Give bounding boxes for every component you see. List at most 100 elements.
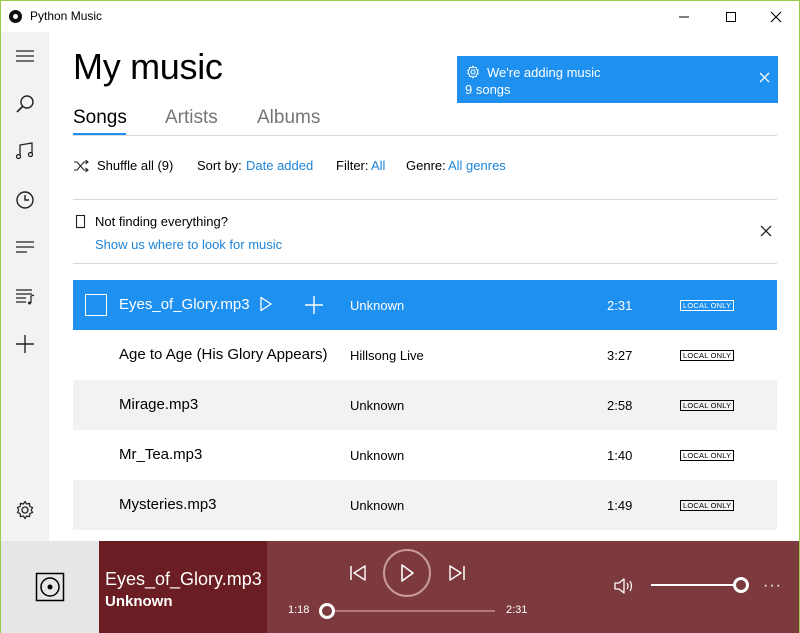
adding-music-toast[interactable]: We're adding music 9 songs <box>457 56 778 103</box>
song-duration: 2:58 <box>607 398 633 413</box>
filter-dropdown[interactable]: All <box>371 158 385 173</box>
now-playing-artist: Unknown <box>105 593 173 610</box>
song-artist: Unknown <box>350 398 405 413</box>
seek-thumb[interactable] <box>319 603 335 619</box>
song-duration: 1:49 <box>607 498 633 513</box>
music-collection-button[interactable] <box>1 128 49 174</box>
tab-artists[interactable]: Artists <box>165 107 218 129</box>
next-icon[interactable] <box>448 564 466 582</box>
song-artist: Unknown <box>350 448 405 463</box>
song-row[interactable]: Mirage.mp3 Unknown 2:58 LOCAL ONLY <box>73 380 777 430</box>
close-icon <box>770 11 782 22</box>
song-duration: 3:27 <box>607 348 633 363</box>
minimize-button[interactable] <box>661 1 707 32</box>
previous-icon[interactable] <box>349 564 367 582</box>
disc-icon <box>35 572 65 602</box>
total-time: 2:31 <box>506 604 528 616</box>
local-only-badge: LOCAL ONLY <box>680 500 735 511</box>
title-bar: Python Music <box>1 1 799 32</box>
volume-slider[interactable] <box>651 584 735 586</box>
elapsed-time: 1:18 <box>288 604 310 616</box>
hamburger-menu-button[interactable] <box>1 33 49 79</box>
seek-bar[interactable] <box>327 610 495 612</box>
song-duration: 2:31 <box>607 298 633 313</box>
volume-thumb[interactable] <box>733 577 749 593</box>
song-duration: 1:40 <box>607 448 633 463</box>
song-title: Mysteries.mp3 <box>119 496 217 513</box>
now-playing-button[interactable] <box>1 224 49 270</box>
divider <box>73 199 777 200</box>
local-only-badge: LOCAL ONLY <box>680 450 735 461</box>
new-playlist-button[interactable] <box>1 321 49 367</box>
close-icon[interactable] <box>759 72 770 83</box>
song-row[interactable]: Eyes_of_Glory.mp3 Unknown 2:31 LOCAL ONL… <box>73 280 777 330</box>
maximize-icon <box>726 11 736 22</box>
tab-bar: Songs Artists Albums <box>73 106 777 136</box>
now-playing-info[interactable]: Eyes_of_Glory.mp3 Unknown <box>99 541 267 633</box>
active-tab-underline <box>73 133 126 135</box>
toast-subtitle: 9 songs <box>465 82 511 97</box>
song-artist: Unknown <box>350 298 405 313</box>
recent-button[interactable] <box>1 177 49 223</box>
clock-icon <box>16 191 34 209</box>
more-options-button[interactable]: ··· <box>763 577 782 595</box>
toast-title: We're adding music <box>487 65 601 80</box>
select-checkbox[interactable] <box>85 294 107 316</box>
divider <box>73 263 777 264</box>
song-title: Eyes_of_Glory.mp3 <box>119 296 250 313</box>
app-window: Python Music My music We're adding music… <box>0 0 800 633</box>
device-icon <box>75 214 86 229</box>
gear-icon <box>16 500 34 520</box>
window-title: Python Music <box>30 9 103 23</box>
filter-label: Filter: <box>336 158 369 173</box>
song-row[interactable]: Mr_Tea.mp3 Unknown 1:40 LOCAL ONLY <box>73 430 777 480</box>
album-art[interactable] <box>1 541 99 633</box>
tab-songs[interactable]: Songs <box>73 107 127 129</box>
show-music-location-link[interactable]: Show us where to look for music <box>95 237 282 252</box>
close-button[interactable] <box>753 1 799 32</box>
now-playing-list-icon <box>16 241 34 253</box>
shuffle-all-button[interactable]: Shuffle all (9) <box>97 158 173 173</box>
sort-by-dropdown[interactable]: Date added <box>246 158 313 173</box>
play-icon[interactable] <box>259 296 273 312</box>
song-row[interactable]: Mysteries.mp3 Unknown 1:49 LOCAL ONLY <box>73 480 777 530</box>
song-artist: Hillsong Live <box>350 348 424 363</box>
song-title: Mirage.mp3 <box>119 396 199 413</box>
settings-button[interactable] <box>1 487 49 533</box>
disc-icon <box>9 10 22 23</box>
local-only-badge: LOCAL ONLY <box>680 350 735 361</box>
shuffle-icon <box>73 159 89 176</box>
song-title: Age to Age (His Glory Appears) <box>119 346 328 363</box>
song-row[interactable]: Age to Age (His Glory Appears) Hillsong … <box>73 330 777 380</box>
volume-icon[interactable] <box>613 577 637 595</box>
close-icon[interactable] <box>760 225 772 237</box>
genre-label: Genre: <box>406 158 446 173</box>
main-content: My music We're adding music 9 songs Song… <box>49 32 799 541</box>
maximize-button[interactable] <box>708 1 754 32</box>
genre-dropdown[interactable]: All genres <box>448 158 506 173</box>
tab-albums[interactable]: Albums <box>257 107 320 129</box>
song-list: Eyes_of_Glory.mp3 Unknown 2:31 LOCAL ONL… <box>73 280 777 530</box>
sort-by-label: Sort by: <box>197 158 242 173</box>
local-only-badge: LOCAL ONLY <box>680 300 735 311</box>
notice-text: Not finding everything? <box>95 214 228 229</box>
search-icon <box>16 95 34 113</box>
local-only-badge: LOCAL ONLY <box>680 400 735 411</box>
play-button[interactable] <box>383 549 431 597</box>
playlist-icon <box>16 289 35 305</box>
plus-icon[interactable] <box>304 295 324 315</box>
hamburger-menu-icon <box>16 50 34 62</box>
search-button[interactable] <box>1 81 49 127</box>
song-artist: Unknown <box>350 498 405 513</box>
play-icon <box>401 564 414 582</box>
playlists-button[interactable] <box>1 273 49 319</box>
plus-icon <box>16 335 34 353</box>
gear-icon <box>467 65 479 79</box>
music-note-icon <box>15 142 34 160</box>
not-finding-notice: Not finding everything? Show us where to… <box>73 209 777 263</box>
song-title: Mr_Tea.mp3 <box>119 446 203 463</box>
player-bar: Eyes_of_Glory.mp3 Unknown 1:18 2:31 ··· <box>1 541 799 633</box>
now-playing-title: Eyes_of_Glory.mp3 <box>105 569 262 589</box>
sidebar <box>1 32 49 541</box>
page-title: My music <box>73 46 223 87</box>
